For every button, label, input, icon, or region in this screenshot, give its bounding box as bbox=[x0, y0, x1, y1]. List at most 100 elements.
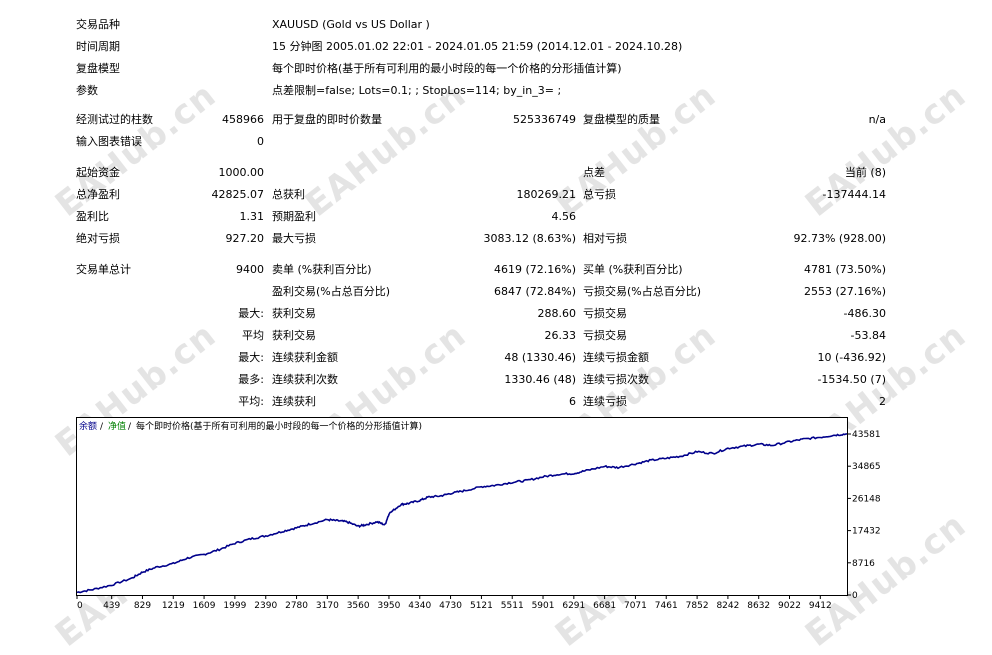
chart-legend-balance: 余额 bbox=[79, 420, 97, 432]
consec-losses-count-value: -1534.50 (7) bbox=[817, 373, 886, 386]
consec-wins-count-value: 1330.46 (48) bbox=[504, 373, 576, 386]
y-tick-label: 26148 bbox=[852, 494, 881, 504]
errors-label: 输入图表错误 bbox=[76, 135, 142, 148]
period-value: 15 分钟图 2005.01.02 22:01 - 2024.01.05 21:… bbox=[272, 40, 683, 53]
average-loss-label: 亏损交易 bbox=[583, 329, 627, 342]
profit-factor-value: 1.31 bbox=[239, 210, 265, 223]
average-prefix: 平均 bbox=[242, 329, 264, 342]
watermark: EAHub.cn bbox=[798, 75, 974, 225]
balance-chart: 余额 / 净值 / 每个即时价格(基于所有可利用的最小时段的每一个价格的分形插值… bbox=[76, 417, 881, 611]
x-tick-label: 6291 bbox=[562, 601, 585, 611]
quality-value: n/a bbox=[868, 113, 886, 126]
max-drawdown-value: 3083.12 (8.63%) bbox=[483, 232, 576, 245]
watermark: EAHub.cn bbox=[548, 75, 724, 225]
gross-loss-value: -137444.14 bbox=[822, 188, 886, 201]
consec-losses-amount-value: 10 (-436.92) bbox=[817, 351, 886, 364]
bars-label: 经测试过的柱数 bbox=[76, 113, 153, 126]
long-trades-value: 4781 (73.50%) bbox=[803, 263, 886, 276]
symbol-label: 交易品种 bbox=[76, 18, 120, 31]
long-trades-label: 买单 (%获利百分比) bbox=[583, 263, 683, 276]
deposit-value: 1000.00 bbox=[218, 166, 265, 179]
loss-trades-label: 亏损交易(%占总百分比) bbox=[583, 285, 702, 298]
model-value: 每个即时价格(基于所有可利用的最小时段的每一个价格的分形插值计算) bbox=[272, 62, 622, 75]
average-loss-value: -53.84 bbox=[850, 329, 886, 342]
max-drawdown-label: 最大亏损 bbox=[272, 232, 316, 245]
deposit-label: 起始资金 bbox=[76, 166, 120, 179]
abs-drawdown-value: 927.20 bbox=[225, 232, 265, 245]
chart-legend-equity: 净值 bbox=[108, 420, 126, 432]
x-tick-label: 5121 bbox=[470, 601, 493, 611]
net-profit-value: 42825.07 bbox=[211, 188, 265, 201]
params-label: 参数 bbox=[76, 84, 98, 97]
short-trades-value: 4619 (72.16%) bbox=[493, 263, 576, 276]
largest-loss-value: -486.30 bbox=[843, 307, 886, 320]
x-tick-label: 8632 bbox=[747, 601, 770, 611]
consec-wins-count-label: 连续获利次数 bbox=[272, 373, 338, 386]
largest-loss-label: 亏损交易 bbox=[583, 307, 627, 320]
x-tick-label: 3170 bbox=[316, 601, 339, 611]
avg-consec-wins-value: 6 bbox=[569, 395, 576, 408]
period-label: 时间周期 bbox=[76, 40, 120, 53]
consec-losses-amount-label: 连续亏损金额 bbox=[583, 351, 649, 364]
errors-value: 0 bbox=[257, 135, 264, 148]
avg-consec-prefix: 平均: bbox=[238, 395, 264, 408]
x-tick-label: 439 bbox=[103, 601, 120, 611]
short-trades-label: 卖单 (%获利百分比) bbox=[272, 263, 372, 276]
x-tick-label: 3560 bbox=[347, 601, 370, 611]
x-tick-label: 7852 bbox=[686, 601, 709, 611]
x-tick-label: 5511 bbox=[501, 601, 524, 611]
profit-trades-label: 盈利交易(%占总百分比) bbox=[272, 285, 391, 298]
x-tick-label: 4730 bbox=[439, 601, 462, 611]
gross-profit-value: 180269.21 bbox=[516, 188, 577, 201]
consec-losses-count-label: 连续亏损次数 bbox=[583, 373, 649, 386]
symbol-value: XAUUSD (Gold vs US Dollar ) bbox=[272, 18, 430, 31]
largest-profit-label: 获利交易 bbox=[272, 307, 316, 320]
ticks-label: 用于复盘的即时价数量 bbox=[272, 113, 382, 126]
x-tick-label: 9412 bbox=[809, 601, 832, 611]
x-tick-label: 1219 bbox=[162, 601, 185, 611]
avg-consec-wins-label: 连续获利 bbox=[272, 395, 316, 408]
x-tick-label: 8242 bbox=[716, 601, 739, 611]
average-profit-value: 26.33 bbox=[544, 329, 577, 342]
total-trades-label: 交易单总计 bbox=[76, 263, 131, 276]
ticks-value: 525336749 bbox=[513, 113, 576, 126]
params-value: 点差限制=false; Lots=0.1; ; StopLos=114; by_… bbox=[272, 84, 562, 97]
abs-drawdown-label: 绝对亏损 bbox=[76, 232, 120, 245]
expected-payoff-label: 预期盈利 bbox=[272, 210, 316, 223]
quality-label: 复盘模型的质量 bbox=[583, 113, 660, 126]
average-profit-label: 获利交易 bbox=[272, 329, 316, 342]
avg-consec-losses-label: 连续亏损 bbox=[583, 395, 627, 408]
max-consec-prefix: 最大: bbox=[238, 351, 264, 364]
gross-loss-label: 总亏损 bbox=[583, 188, 616, 201]
x-tick-label: 1609 bbox=[193, 601, 216, 611]
total-trades-value: 9400 bbox=[236, 263, 264, 276]
x-tick-label: 0 bbox=[77, 601, 83, 611]
largest-prefix: 最大: bbox=[238, 307, 264, 320]
chart-plot-area bbox=[76, 417, 848, 596]
gross-profit-label: 总获利 bbox=[272, 188, 305, 201]
x-tick-label: 3950 bbox=[377, 601, 400, 611]
spread-label: 点差 bbox=[583, 166, 605, 179]
avg-consec-losses-value: 2 bbox=[879, 395, 886, 408]
spread-value: 当前 (8) bbox=[844, 166, 886, 179]
profit-trades-value: 6847 (72.84%) bbox=[493, 285, 576, 298]
x-tick-label: 7071 bbox=[624, 601, 647, 611]
x-tick-label: 6681 bbox=[593, 601, 616, 611]
consec-wins-amount-value: 48 (1330.46) bbox=[504, 351, 576, 364]
y-tick-label: 34865 bbox=[852, 462, 881, 472]
y-tick-label: 0 bbox=[852, 591, 858, 601]
x-tick-label: 9022 bbox=[778, 601, 801, 611]
x-tick-label: 1999 bbox=[223, 601, 246, 611]
model-label: 复盘模型 bbox=[76, 62, 120, 75]
watermark: EAHub.cn bbox=[48, 75, 224, 225]
y-tick-label: 43581 bbox=[852, 430, 881, 440]
largest-profit-value: 288.60 bbox=[537, 307, 577, 320]
x-tick-label: 829 bbox=[134, 601, 151, 611]
rel-drawdown-value: 92.73% (928.00) bbox=[793, 232, 886, 245]
loss-trades-value: 2553 (27.16%) bbox=[803, 285, 886, 298]
x-tick-label: 5901 bbox=[532, 601, 555, 611]
expected-payoff-value: 4.56 bbox=[551, 210, 577, 223]
x-tick-label: 2390 bbox=[254, 601, 277, 611]
bars-value: 458966 bbox=[222, 113, 264, 126]
y-tick-label: 8716 bbox=[852, 559, 875, 569]
